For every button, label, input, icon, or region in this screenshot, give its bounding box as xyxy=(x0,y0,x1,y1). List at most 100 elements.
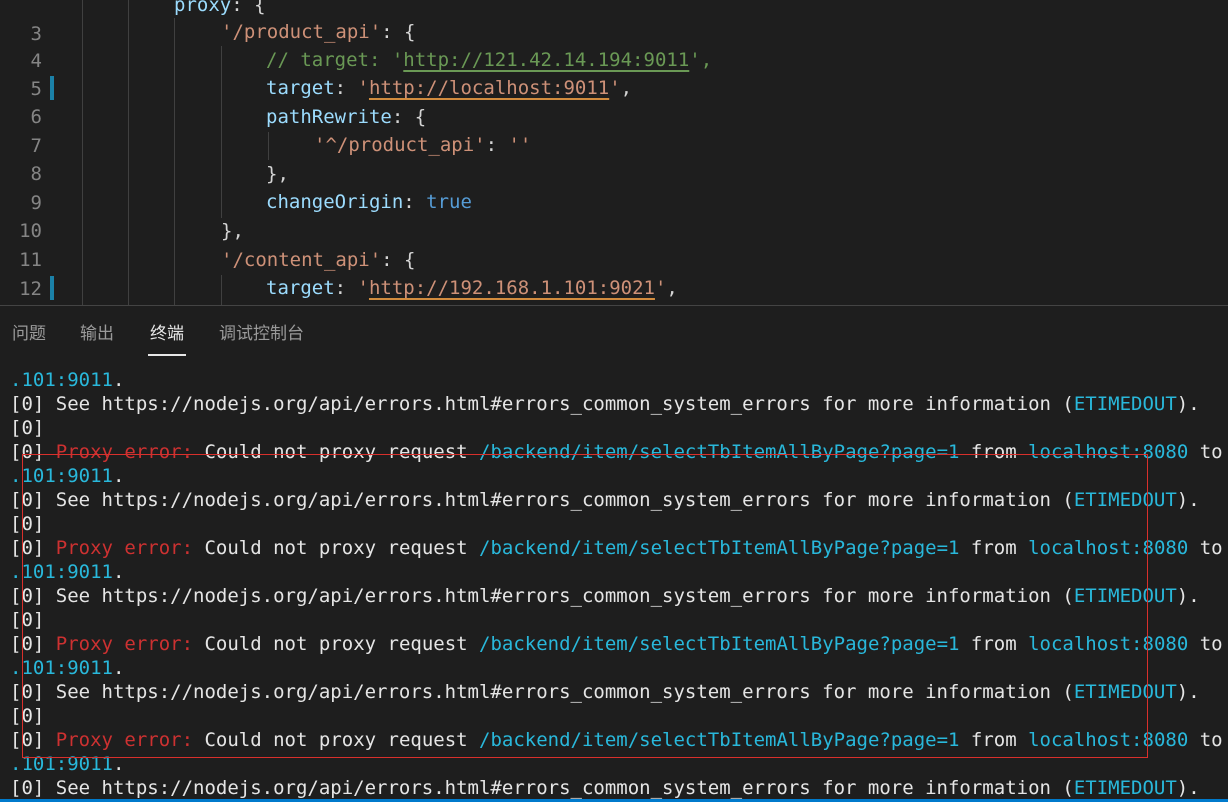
url-token[interactable]: http://localhost:9011 xyxy=(369,77,609,99)
terminal-text: from xyxy=(959,633,1029,655)
terminal-line: .101:9011. xyxy=(10,560,124,584)
code-line[interactable]: 9 }, xyxy=(0,160,1228,214)
terminal-text: [0] xyxy=(10,513,45,535)
code-line[interactable]: 5 // target: 'http://121.42.14.194:9011'… xyxy=(0,46,1228,100)
terminal-text: . xyxy=(112,561,125,583)
code-line[interactable]: 3 proxy: { xyxy=(0,0,1228,45)
terminal-line: [0] See https://nodejs.org/api/errors.ht… xyxy=(10,584,1200,608)
terminal-highlight-text: localhost:8080 xyxy=(1028,633,1189,655)
terminal-text: [0] xyxy=(10,441,56,463)
code-token: target xyxy=(266,77,335,99)
code-line[interactable]: 7 pathRewrite: { xyxy=(0,103,1228,157)
terminal-text: [0] See https://nodejs.org/api/errors.ht… xyxy=(10,585,1074,607)
vscode-window: 3 proxy: { 4 '/product_api': { 5 // targ… xyxy=(0,0,1228,802)
terminal-line: .101:9011. xyxy=(10,368,124,392)
tab-debug-console[interactable]: 调试控制台 xyxy=(219,322,304,346)
terminal-highlight-text: .101:9011 xyxy=(10,465,113,487)
terminal-line: .101:9011. xyxy=(10,752,124,776)
terminal-text: . xyxy=(112,753,125,775)
code-line[interactable]: 6 target: 'http://localhost:9011', xyxy=(0,74,1228,128)
terminal-text: from xyxy=(959,729,1029,751)
code-line[interactable]: 8 '^/product_api': '' xyxy=(0,131,1228,185)
terminal-highlight-text: /backend/item/selectTbItemAllByPage?page… xyxy=(479,633,960,655)
code-text: '/content_api': { xyxy=(221,246,415,275)
terminal-highlight-text: localhost:8080 xyxy=(1028,729,1189,751)
bottom-panel: 问题 输出 终端 调试控制台 .101:9011. [0] See https:/… xyxy=(0,305,1228,802)
terminal-text: to xyxy=(1199,729,1223,751)
terminal-text: [0] See https://nodejs.org/api/errors.ht… xyxy=(10,489,1074,511)
terminal-highlight-text: .101:9011 xyxy=(10,753,113,775)
code-token: : xyxy=(403,191,427,213)
terminal-text: [0] xyxy=(10,705,45,727)
code-token: '^/product_api' xyxy=(314,134,486,156)
url-token[interactable]: http://192.168.1.101:9021 xyxy=(369,277,655,299)
code-token: : xyxy=(485,134,509,156)
terminal-text: [0] xyxy=(10,609,45,631)
code-line[interactable]: 12 '/content_api': { xyxy=(0,246,1228,300)
code-token: : { xyxy=(391,106,427,128)
code-text: proxy: { xyxy=(174,0,266,20)
terminal-text: ). xyxy=(1176,777,1200,799)
terminal-line: [0] Proxy error: Could not proxy request… xyxy=(10,440,1228,464)
terminal-text: . xyxy=(112,369,125,391)
terminal-text: [0] See https://nodejs.org/api/errors.ht… xyxy=(10,777,1074,799)
terminal-highlight-text: .101:9011 xyxy=(10,561,113,583)
terminal-text: from xyxy=(959,441,1029,463)
code-token: ' xyxy=(357,277,369,299)
terminal-text: to xyxy=(1199,537,1223,559)
terminal-text: [0] xyxy=(10,729,56,751)
terminal-highlight-text: ETIMEDOUT xyxy=(1073,585,1177,607)
terminal-text: Could not proxy request xyxy=(193,537,480,559)
code-token: }, xyxy=(221,220,244,242)
terminal-line: [0] See https://nodejs.org/api/errors.ht… xyxy=(10,776,1200,800)
terminal-line: [0] Proxy error: Could not proxy request… xyxy=(10,536,1228,560)
code-text: }, xyxy=(266,160,289,189)
modified-line-indicator[interactable] xyxy=(50,276,54,300)
terminal-text: . xyxy=(112,657,125,679)
code-text: }, xyxy=(221,217,244,246)
terminal-line: [0] xyxy=(10,608,44,632)
proxy-error-label: Proxy error: xyxy=(55,441,194,463)
tab-output[interactable]: 输出 xyxy=(80,322,114,346)
code-token: changeOrigin xyxy=(266,191,404,213)
url-token[interactable]: http://121.42.14.194:9011 xyxy=(403,49,689,71)
active-tab-indicator xyxy=(148,354,186,356)
code-token: pathRewrite xyxy=(266,106,392,128)
code-token: }, xyxy=(266,163,289,185)
terminal-highlight-text: ETIMEDOUT xyxy=(1073,489,1177,511)
terminal-highlight-text: ETIMEDOUT xyxy=(1073,393,1177,415)
terminal-text: [0] xyxy=(10,633,56,655)
terminal-text: ). xyxy=(1176,585,1200,607)
code-token: ' xyxy=(357,77,369,99)
terminal-text: Could not proxy request xyxy=(193,633,480,655)
code-token: '' xyxy=(508,134,532,156)
terminal-highlight-text: .101:9011 xyxy=(10,657,113,679)
terminal-line: [0] Proxy error: Could not proxy request… xyxy=(10,728,1228,752)
terminal-highlight-text: .101:9011 xyxy=(10,369,113,391)
code-token: : { xyxy=(381,249,416,271)
code-line[interactable]: 10 changeOrigin: true xyxy=(0,188,1228,242)
code-token: : xyxy=(334,77,358,99)
terminal-text: to xyxy=(1199,441,1223,463)
code-token: : xyxy=(334,277,358,299)
terminal-line: [0] See https://nodejs.org/api/errors.ht… xyxy=(10,488,1200,512)
terminal-text: ). xyxy=(1176,489,1200,511)
code-text: '/product_api': { xyxy=(221,18,415,47)
code-token: : { xyxy=(381,21,416,43)
terminal-line: [0] Proxy error: Could not proxy request… xyxy=(10,632,1228,656)
code-line[interactable]: 11 }, xyxy=(0,217,1228,271)
terminal-highlight-text: ETIMEDOUT xyxy=(1073,777,1177,799)
code-editor[interactable]: 3 proxy: { 4 '/product_api': { 5 // targ… xyxy=(0,0,1228,305)
panel-tabs: 问题 输出 终端 调试控制台 xyxy=(0,306,1228,356)
terminal-highlight-text: /backend/item/selectTbItemAllByPage?page… xyxy=(479,441,960,463)
terminal-highlight-text: localhost:8080 xyxy=(1028,537,1189,559)
terminal-line: .101:9011. xyxy=(10,656,124,680)
terminal-text: [0] xyxy=(10,537,56,559)
modified-line-indicator[interactable] xyxy=(50,76,54,100)
terminal-output[interactable]: .101:9011. [0] See https://nodejs.org/api… xyxy=(0,368,1228,802)
code-line[interactable]: 13 target: 'http://192.168.1.101:9021', xyxy=(0,274,1228,303)
tab-terminal[interactable]: 终端 xyxy=(150,322,184,346)
code-line[interactable]: 4 '/product_api': { xyxy=(0,18,1228,72)
tab-problems[interactable]: 问题 xyxy=(12,322,46,346)
terminal-highlight-text: ETIMEDOUT xyxy=(1073,681,1177,703)
